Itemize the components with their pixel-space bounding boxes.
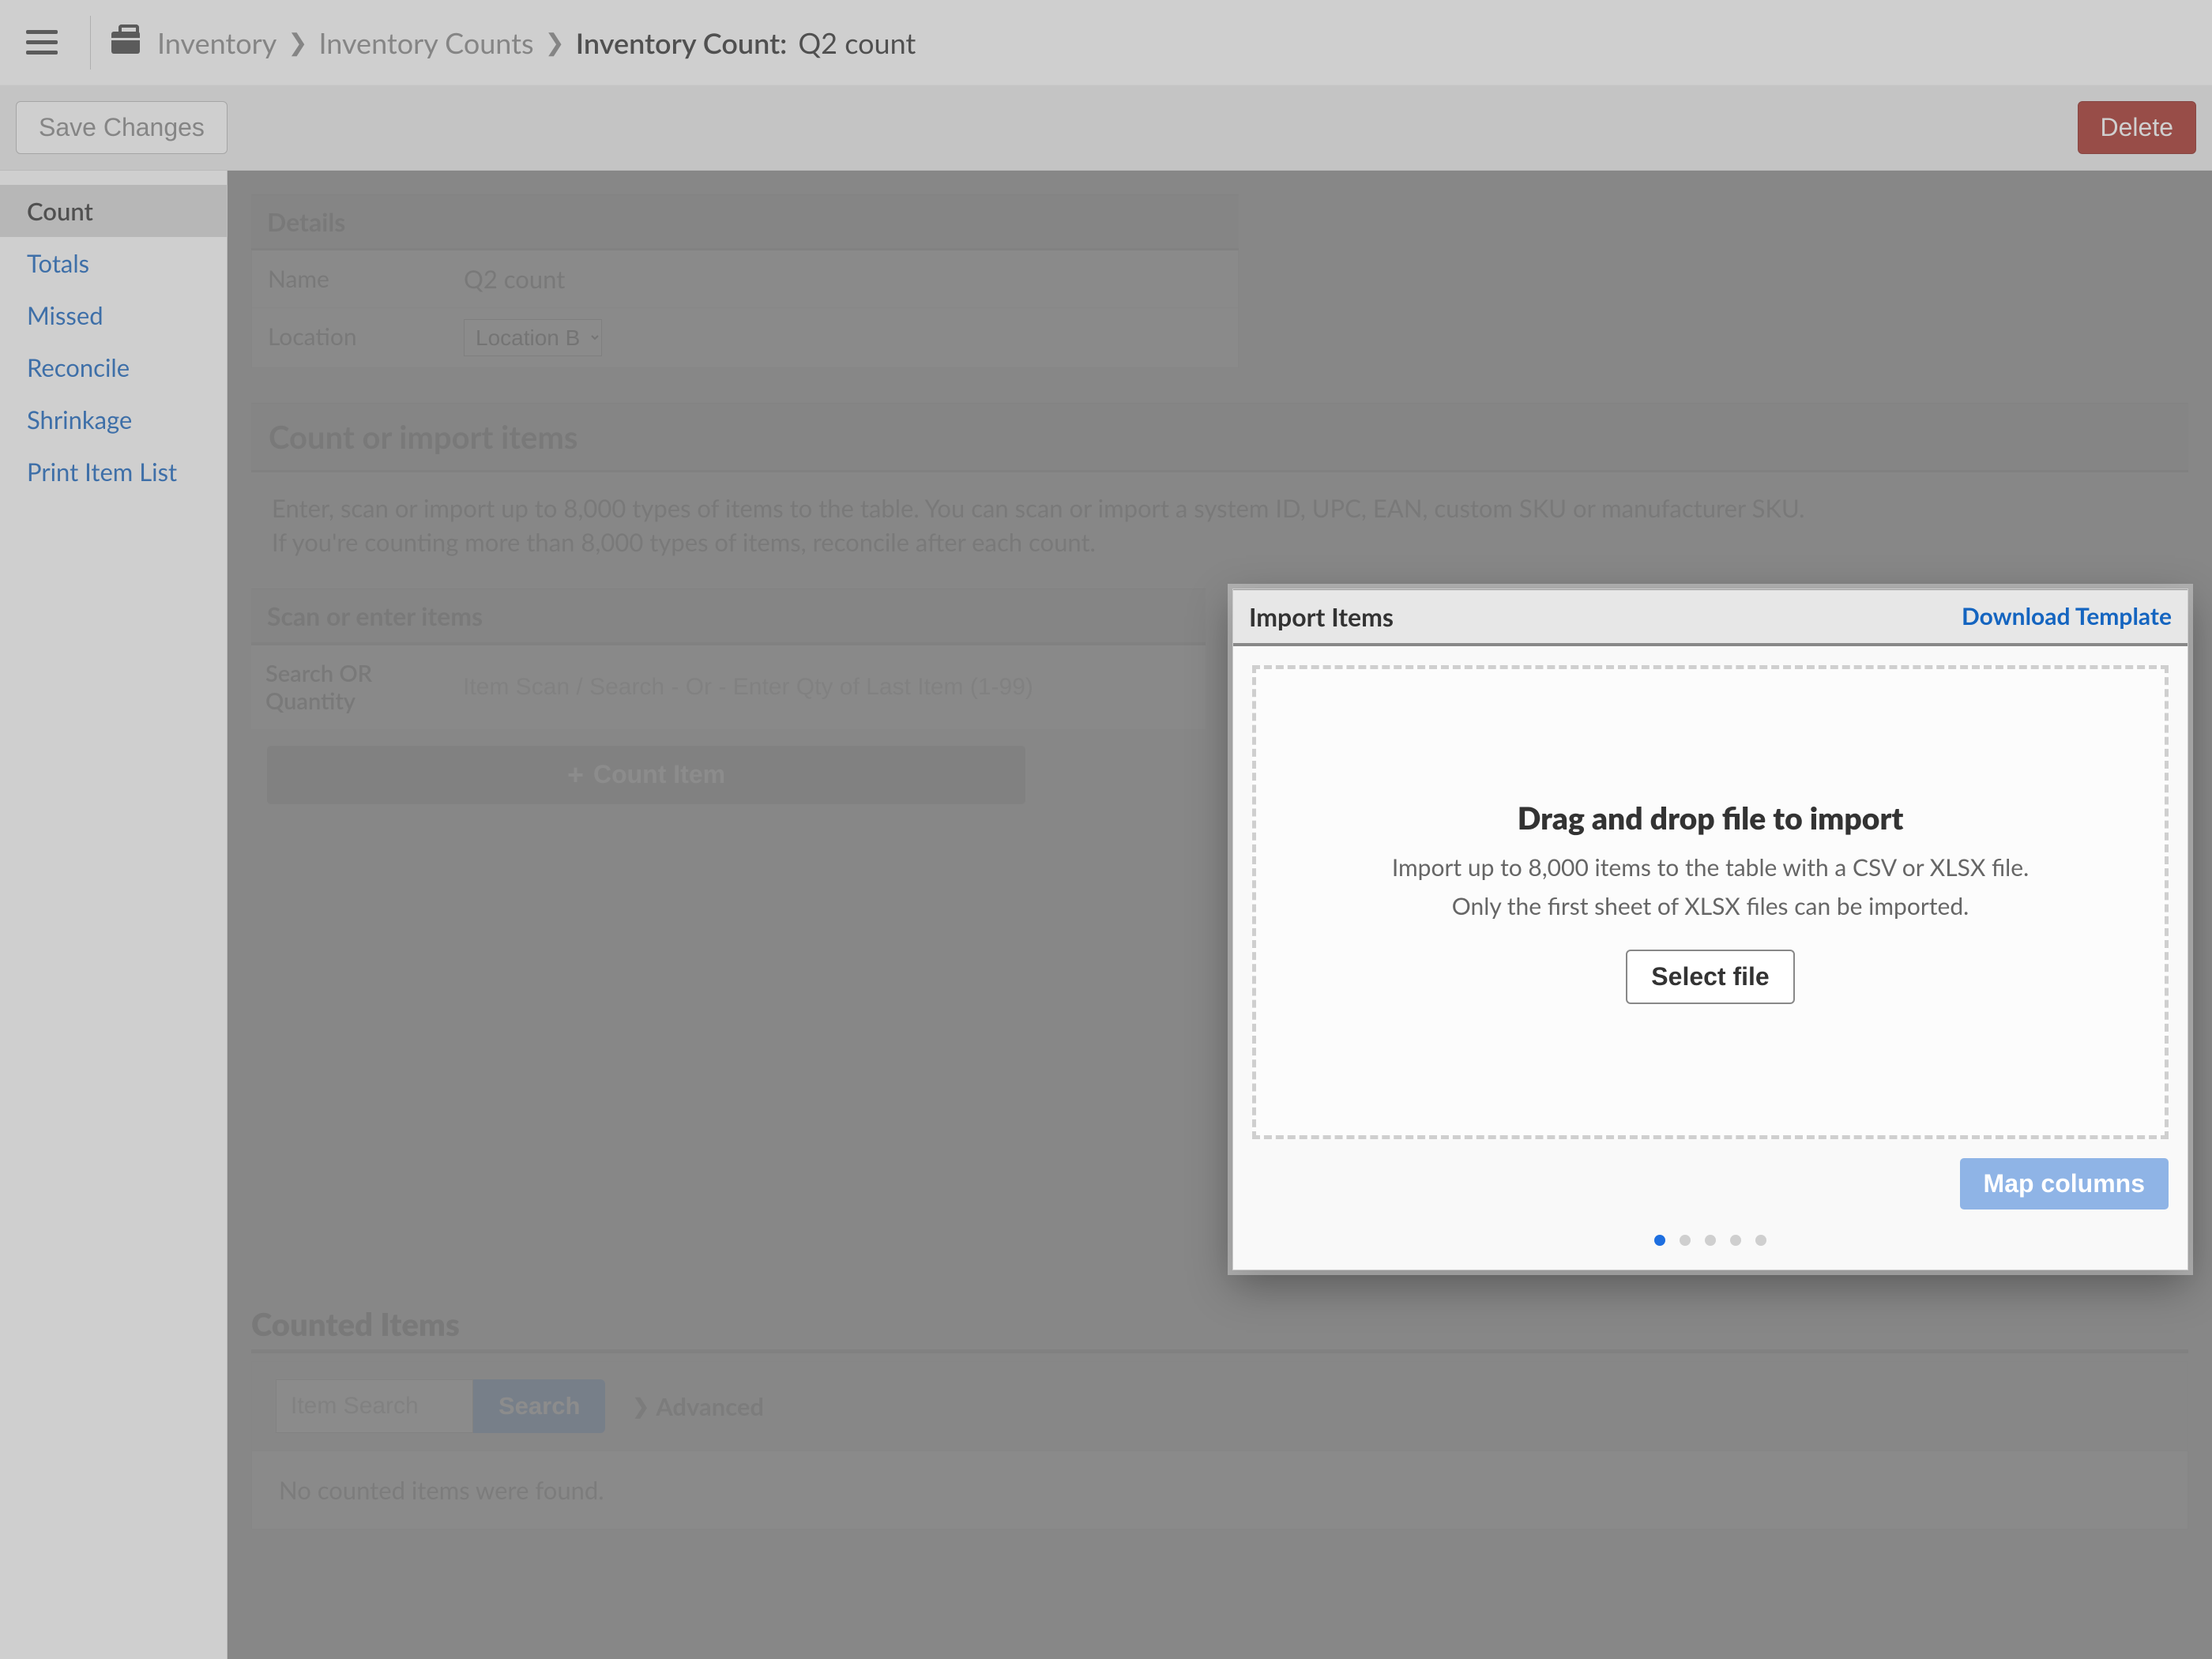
count-item-button[interactable]: + Count Item [267, 746, 1025, 804]
step-dot-5[interactable] [1755, 1235, 1766, 1246]
step-dot-2[interactable] [1680, 1235, 1691, 1246]
item-search-input[interactable] [276, 1379, 473, 1433]
step-dots [1233, 1227, 2188, 1270]
details-name-value: Q2 count [450, 250, 1238, 307]
scan-field-label: Search OR Quantity [251, 645, 449, 729]
action-bar: Save Changes Delete [0, 85, 2212, 171]
count-import-title: Count or import items [251, 403, 2188, 472]
breadcrumb-inventory[interactable]: Inventory [157, 25, 276, 60]
explain-line-1: Enter, scan or import up to 8,000 types … [272, 491, 2168, 525]
location-select[interactable]: Location B [464, 319, 602, 356]
save-button[interactable]: Save Changes [16, 101, 228, 154]
main-content: Details Name Q2 count Location Location … [228, 171, 2212, 1659]
step-dot-4[interactable] [1730, 1235, 1741, 1246]
drop-zone[interactable]: Drag and drop file to import Import up t… [1252, 665, 2169, 1139]
delete-button[interactable]: Delete [2078, 101, 2197, 154]
details-location-label: Location [252, 308, 450, 367]
details-name-label: Name [252, 250, 450, 307]
scan-input[interactable] [449, 645, 1206, 729]
breadcrumb-current-name: Q2 count [798, 25, 916, 60]
chevron-right-icon: ❯ [288, 28, 307, 57]
advanced-label: Advanced [656, 1391, 764, 1421]
sidebar-item-count[interactable]: Count [0, 185, 227, 237]
sidebar: Count Totals Missed Reconcile Shrinkage … [0, 171, 228, 1659]
hamburger-icon [26, 30, 58, 55]
sidebar-item-missed[interactable]: Missed [0, 289, 227, 341]
count-item-label: Count Item [593, 760, 725, 789]
select-file-button[interactable]: Select file [1626, 950, 1794, 1004]
breadcrumb: Inventory ❯ Inventory Counts ❯ Inventory… [157, 25, 916, 60]
details-header: Details [251, 194, 1239, 250]
sidebar-item-print[interactable]: Print Item List [0, 446, 227, 498]
step-dot-3[interactable] [1705, 1235, 1716, 1246]
counted-search-bar: Search ❯ Advanced [251, 1361, 2188, 1451]
drop-zone-title: Drag and drop file to import [1518, 800, 1904, 837]
scan-header-label: Scan or enter items [267, 600, 483, 631]
import-panel: Import Items Download Template Drag and … [1232, 589, 2188, 1270]
breadcrumb-inventory-counts[interactable]: Inventory Counts [318, 25, 533, 60]
counted-items-title: Counted Items [251, 1305, 2188, 1353]
breadcrumb-current-prefix: Inventory Count: [576, 25, 788, 60]
import-header-label: Import Items [1249, 601, 1394, 632]
count-import-panel: Count or import items Enter, scan or imp… [251, 403, 2188, 1270]
search-button[interactable]: Search [473, 1379, 605, 1433]
drop-zone-line-1: Import up to 8,000 items to the table wi… [1392, 851, 2029, 886]
download-template-link[interactable]: Download Template [1962, 602, 2172, 630]
counted-items-section: Counted Items Search ❯ Advanced No count… [251, 1305, 2188, 1529]
top-bar: Inventory ❯ Inventory Counts ❯ Inventory… [0, 0, 2212, 85]
hamburger-button[interactable] [14, 15, 70, 70]
briefcase-icon [111, 32, 140, 54]
explain-line-2: If you're counting more than 8,000 types… [272, 525, 2168, 559]
counted-empty-state: No counted items were found. [251, 1451, 2188, 1529]
chevron-right-icon: ❯ [632, 1393, 649, 1419]
map-columns-button[interactable]: Map columns [1960, 1158, 2169, 1209]
vertical-divider [90, 16, 91, 70]
scan-header: Scan or enter items [251, 589, 1206, 645]
details-panel: Details Name Q2 count Location Location … [251, 194, 1239, 368]
sidebar-item-reconcile[interactable]: Reconcile [0, 341, 227, 393]
step-dot-1[interactable] [1654, 1235, 1665, 1246]
count-import-explain: Enter, scan or import up to 8,000 types … [251, 472, 2188, 589]
drop-zone-line-2: Only the first sheet of XLSX files can b… [1452, 890, 1969, 924]
sidebar-item-shrinkage[interactable]: Shrinkage [0, 393, 227, 446]
chevron-right-icon: ❯ [545, 28, 565, 57]
sidebar-item-totals[interactable]: Totals [0, 237, 227, 289]
plus-icon: + [567, 758, 584, 792]
scan-panel: Scan or enter items Search OR Quantity +… [251, 589, 1206, 828]
advanced-toggle[interactable]: ❯ Advanced [632, 1391, 764, 1421]
